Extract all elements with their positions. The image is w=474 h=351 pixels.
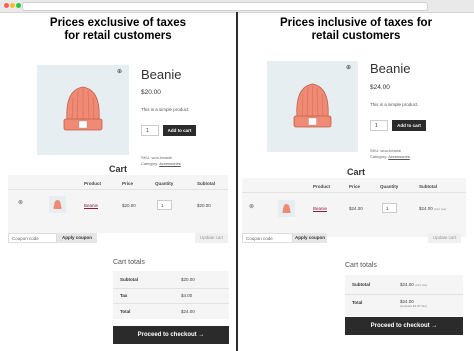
cart-quantity-input[interactable]: 1 [382, 203, 397, 213]
zoom-icon[interactable]: ⊕ [346, 64, 351, 71]
totals-total-value: $24.00 (includes $4.00 Tax) [400, 299, 427, 309]
sku-value: woo-beanie [380, 148, 402, 153]
header-price: Price [349, 184, 361, 189]
cart-table: Product Price Quantity Subtotal ⊗ Beanie… [8, 175, 228, 233]
update-cart-button[interactable]: Update cart [428, 233, 461, 243]
subtotal-amount: $24.00 [400, 282, 414, 287]
quantity-input[interactable]: 1 [370, 120, 388, 131]
cart-item-subtotal: $20.00 [197, 203, 211, 208]
totals-subtotal-value: $24.00 (incl. tax) [400, 282, 427, 287]
totals-subtotal-label: Subtotal [120, 277, 138, 282]
cart-product-thumbnail[interactable] [49, 196, 66, 213]
totals-total-label: Total [120, 309, 131, 314]
sku-value: woo-beanie [151, 155, 173, 160]
totals-divider [113, 288, 229, 289]
product-title: Beanie [141, 67, 182, 82]
subtotal-value: $24.00 [419, 206, 433, 211]
header-quantity: Quantity [380, 184, 399, 189]
category-link[interactable]: Accessories [388, 154, 410, 159]
update-cart-button[interactable]: Update cart [195, 233, 228, 243]
cart-totals-table: Subtotal $20.00 Tax $4.00 Total $24.00 [113, 271, 229, 319]
beanie-thumbnail-icon [53, 200, 62, 209]
totals-subtotal-value: $20.00 [181, 277, 195, 282]
cart-totals-title: Cart totals [113, 259, 145, 266]
totals-total-value: $24.00 [181, 309, 195, 314]
sku-label: SKU: [141, 155, 151, 160]
cart-item-price: $24.00 [349, 206, 363, 211]
product-image[interactable]: ⊕ [37, 65, 129, 155]
coupon-code-input[interactable]: Coupon code [8, 233, 57, 243]
totals-divider [345, 294, 463, 295]
remove-item-icon[interactable]: ⊗ [18, 199, 23, 206]
header-product: Product [313, 184, 331, 189]
subtotal-tax-note: (incl. tax) [415, 283, 428, 287]
table-divider [242, 192, 466, 193]
header-price: Price [122, 181, 134, 186]
address-bar[interactable] [22, 2, 428, 11]
beanie-icon [293, 83, 332, 128]
left-panel: Prices exclusive of taxes for retail cus… [0, 12, 236, 351]
panel-heading: Prices exclusive of taxes for retail cus… [49, 17, 187, 42]
product-description: This is a simple product. [370, 102, 419, 107]
header-quantity: Quantity [155, 181, 174, 186]
remove-item-icon[interactable]: ⊗ [249, 203, 254, 210]
totals-tax-label: Tax [120, 293, 128, 298]
cart-quantity-input[interactable]: 1 [157, 200, 172, 210]
product-title: Beanie [370, 61, 411, 76]
proceed-to-checkout-button[interactable]: Proceed to checkout → [113, 326, 229, 344]
totals-divider [113, 303, 229, 304]
totals-subtotal-label: Subtotal [352, 282, 370, 287]
add-to-cart-button[interactable]: Add to cart [392, 120, 426, 131]
product-description: This is a simple product. [141, 107, 190, 112]
right-panel: Prices inclusive of taxes for retail cus… [238, 12, 474, 351]
cart-title: Cart [346, 167, 365, 177]
product-price: $20.00 [141, 89, 161, 96]
cart-product-thumbnail[interactable] [278, 200, 295, 217]
product-price: $24.00 [370, 84, 390, 91]
coupon-code-input[interactable]: Coupon code [242, 233, 293, 243]
cart-table: Product Price Quantity Subtotal ⊗ Beanie… [242, 178, 466, 237]
header-subtotal: Subtotal [419, 184, 437, 189]
header-product: Product [84, 181, 102, 186]
add-to-cart-button[interactable]: Add to cart [163, 125, 196, 136]
total-tax-note: (includes $4.00 Tax) [400, 304, 427, 308]
beanie-thumbnail-icon [282, 204, 291, 213]
cart-product-link[interactable]: Beanie [84, 203, 98, 208]
cart-totals-table: Subtotal $24.00 (incl. tax) Total $24.00… [345, 275, 463, 316]
header-subtotal: Subtotal [197, 181, 215, 186]
cart-product-link[interactable]: Beanie [313, 206, 327, 211]
panel-heading: Prices inclusive of taxes for retail cus… [279, 17, 433, 42]
cart-item-subtotal: $24.00 (incl. tax) [419, 206, 446, 211]
subtotal-tax-note: (incl. tax) [434, 207, 447, 211]
sku-label: SKU: [370, 148, 380, 153]
product-meta: SKU: woo-beanie Category: Accessories [370, 148, 410, 160]
cart-title: Cart [108, 164, 127, 174]
quantity-input[interactable]: 1 [141, 125, 159, 136]
table-divider [8, 189, 228, 190]
beanie-icon [63, 86, 103, 131]
apply-coupon-button[interactable]: Apply coupon [293, 233, 327, 243]
maximize-window-dot[interactable] [16, 3, 21, 8]
proceed-to-checkout-button[interactable]: Proceed to checkout → [345, 317, 463, 335]
totals-tax-value: $4.00 [181, 293, 193, 298]
category-label: Category: [370, 154, 388, 159]
product-image[interactable]: ⊕ [267, 61, 358, 152]
zoom-icon[interactable]: ⊕ [117, 68, 122, 75]
apply-coupon-button[interactable]: Apply coupon [57, 233, 97, 243]
cart-item-price: $20.00 [122, 203, 136, 208]
cart-totals-title: Cart totals [345, 262, 377, 269]
totals-total-label: Total [352, 300, 363, 305]
minimize-window-dot[interactable] [10, 3, 15, 8]
close-window-dot[interactable] [4, 3, 9, 8]
